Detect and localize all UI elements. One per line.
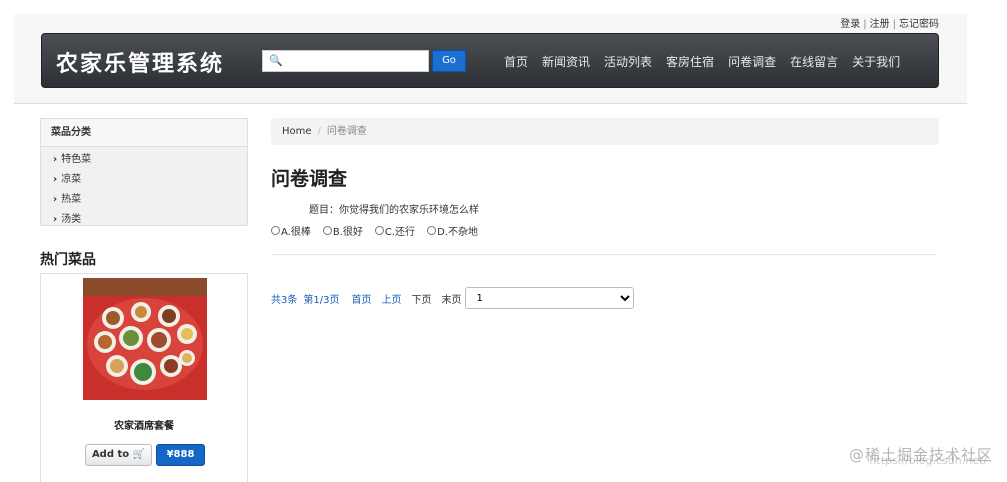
survey-option[interactable]: D.不杂地 <box>427 223 478 238</box>
breadcrumb-current: 问卷调查 <box>326 126 367 137</box>
search-go-button[interactable]: Go <box>432 50 466 72</box>
option-label: A.很棒 <box>281 227 311 238</box>
category-list: › 特色菜 › 凉菜 › 热菜 › 汤类 <box>41 147 247 230</box>
dish-image[interactable] <box>83 278 207 400</box>
breadcrumb-home[interactable]: Home <box>282 126 312 137</box>
option-label: B.很好 <box>332 227 363 238</box>
category-item[interactable]: › 凉菜 <box>41 170 247 190</box>
nav-item-survey[interactable]: 问卷调查 <box>728 53 776 70</box>
hot-dish-card: 农家酒席套餐 Add to 🛒 ¥888 <box>40 273 248 482</box>
add-to-cart-button[interactable]: Add to 🛒 <box>85 444 152 466</box>
radio-button[interactable] <box>271 226 280 235</box>
main-nav: 首页 新闻资讯 活动列表 客房住宿 问卷调查 在线留言 关于我们 <box>504 53 900 70</box>
content-divider <box>271 254 937 255</box>
option-label: C.还行 <box>384 227 416 238</box>
watermark: @稀土掘金技术社区 <box>848 446 993 464</box>
last-page-link[interactable]: 末页 <box>441 291 461 306</box>
nav-item-about[interactable]: 关于我们 <box>852 53 900 70</box>
radio-button[interactable] <box>427 226 437 235</box>
nav-item-home[interactable]: 首页 <box>504 53 528 70</box>
breadcrumb: Home / 问卷调查 <box>271 118 939 145</box>
chevron-right-icon: › <box>53 154 58 165</box>
login-link[interactable]: 登录 <box>840 19 860 30</box>
category-label: 特色菜 <box>61 154 92 165</box>
nav-item-activities[interactable]: 活动列表 <box>604 53 652 70</box>
survey-option[interactable]: B.很好 <box>322 223 363 238</box>
search-input[interactable] <box>283 53 423 69</box>
survey-option[interactable]: A.很棒 <box>271 223 311 238</box>
category-panel: 菜品分类 › 特色菜 › 凉菜 › 热菜 › 汤类 <box>40 118 248 226</box>
hot-dishes-title: 热门菜品 <box>40 252 96 268</box>
radio-button[interactable] <box>322 226 332 235</box>
category-label: 汤类 <box>61 214 82 225</box>
category-title: 菜品分类 <box>41 119 247 147</box>
top-links: 登录 | 注册 | 忘记密码 <box>840 19 939 30</box>
dish-name: 农家酒席套餐 <box>114 421 174 432</box>
category-item[interactable]: › 特色菜 <box>41 150 247 170</box>
cart-icon: 🛒 <box>132 449 146 460</box>
site-brand[interactable]: 农家乐管理系统 <box>56 46 224 78</box>
survey-option[interactable]: C.还行 <box>374 223 416 238</box>
next-page-link[interactable]: 下页 <box>411 291 431 306</box>
search-icon: 🔍 <box>269 54 283 67</box>
survey-question: 题目：你觉得我们的农家乐环境怎么样 <box>309 205 479 216</box>
first-page-link[interactable]: 首页 <box>351 291 371 306</box>
prev-page-link[interactable]: 上页 <box>381 291 401 306</box>
nav-item-news[interactable]: 新闻资讯 <box>542 53 590 70</box>
chevron-right-icon: › <box>53 214 58 225</box>
total-count: 共3条 <box>271 294 298 306</box>
add-to-label: Add to <box>91 449 130 460</box>
price-button[interactable]: ¥888 <box>156 444 205 466</box>
category-label: 热菜 <box>61 194 82 205</box>
radio-button[interactable] <box>374 226 384 235</box>
register-link[interactable]: 注册 <box>870 19 890 30</box>
page-title: 问卷调查 <box>271 168 348 190</box>
category-item[interactable]: › 热菜 <box>41 190 247 210</box>
chevron-right-icon: › <box>53 194 58 205</box>
nav-item-rooms[interactable]: 客房住宿 <box>666 53 714 70</box>
page-select[interactable]: 1 <box>465 287 635 309</box>
option-label: D.不杂地 <box>437 227 478 238</box>
chevron-right-icon: › <box>53 174 58 185</box>
search-box: 🔍 <box>262 50 429 72</box>
navbar: 农家乐管理系统 🔍 Go 首页 新闻资讯 活动列表 客房住宿 问卷调查 在线留言… <box>41 33 939 88</box>
page-indicator: 第1/3页 <box>303 294 340 306</box>
forgot-password-link[interactable]: 忘记密码 <box>899 19 939 30</box>
pagination: 共3条 第1/3页 首页 上页 下页 末页 1 <box>271 287 635 309</box>
category-item[interactable]: › 汤类 <box>41 210 247 230</box>
category-label: 凉菜 <box>61 174 82 185</box>
nav-item-messages[interactable]: 在线留言 <box>790 53 838 70</box>
survey-options: A.很棒 B.很好 C.还行 D.不杂地 <box>271 223 478 238</box>
